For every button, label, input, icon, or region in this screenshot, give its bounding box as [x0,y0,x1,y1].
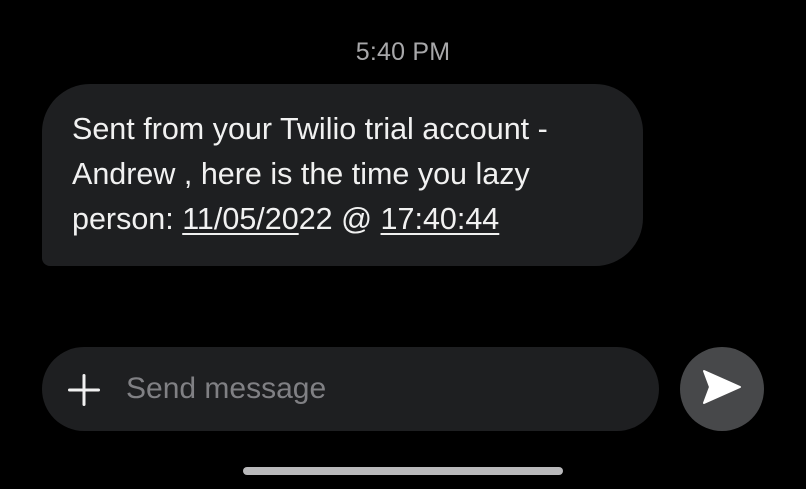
plus-icon [67,373,101,407]
message-timestamp: 5:40 PM [355,38,451,66]
message-separator: @ [332,202,381,236]
home-indicator[interactable] [243,467,563,475]
send-button[interactable] [680,347,764,431]
date-link[interactable]: 11/05/20 [182,202,298,236]
send-arrow-icon [702,369,742,410]
message-line-3: person: 11/05/2022 @ 17:40:44 [72,197,632,242]
message-line-2: Andrew , here is the time you lazy [72,157,530,191]
send-message-input[interactable] [126,366,626,412]
attach-button[interactable] [62,368,106,412]
message-line-1: Sent from your Twilio trial account - [72,112,548,146]
message-text: Sent from your Twilio trial account - An… [72,107,632,242]
messaging-screen: 5:40 PM Sent from your Twilio trial acco… [0,0,806,489]
message-line-3-prefix: person: [72,202,183,236]
date-link-tail: 22 [298,202,333,236]
time-link[interactable]: 17:40:44 [381,202,500,236]
date-link-underlined: 11/05/20 [182,202,299,236]
